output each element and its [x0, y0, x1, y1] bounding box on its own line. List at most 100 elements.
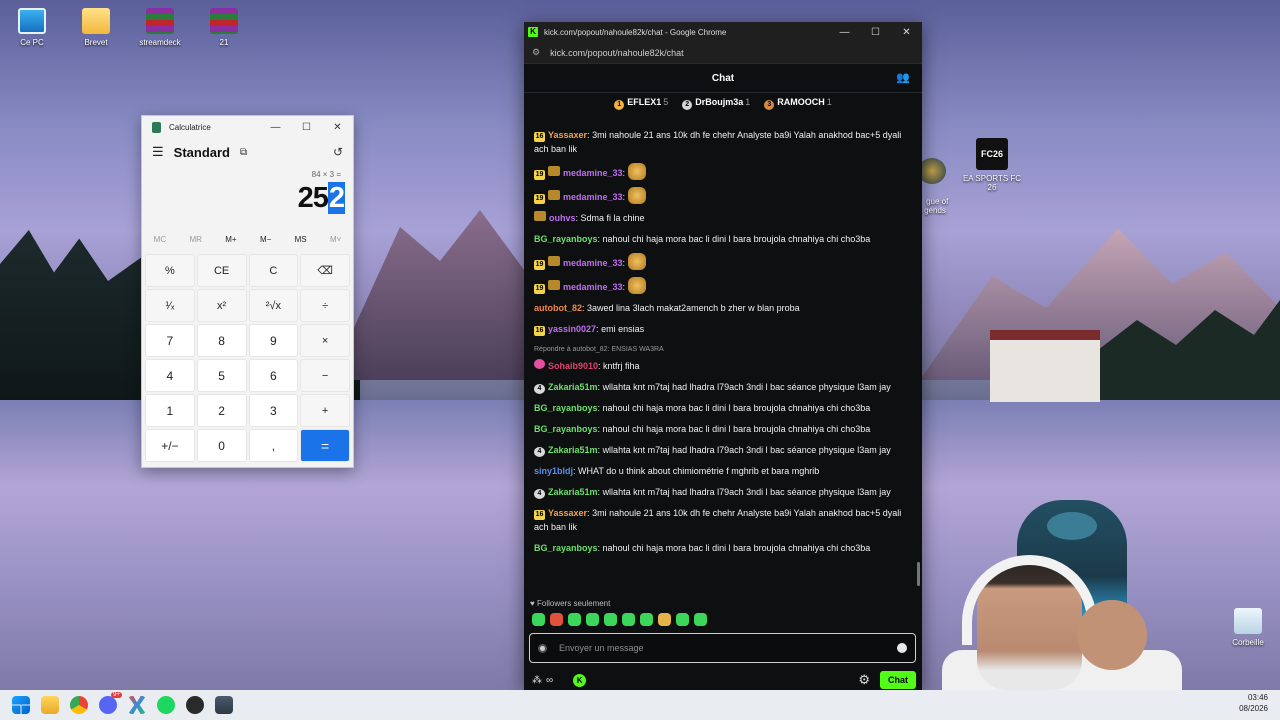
digit-0-key[interactable]: 0: [196, 429, 247, 462]
calculator-display[interactable]: 252: [142, 182, 353, 216]
emote-icon[interactable]: [586, 613, 599, 626]
digit-1-key[interactable]: 1: [145, 394, 195, 427]
reciprocal-key[interactable]: ¹⁄ₓ: [145, 289, 195, 322]
memory-clear-button[interactable]: MC: [154, 235, 166, 244]
chat-username[interactable]: BG_rayanboys: [534, 403, 598, 413]
minimize-icon[interactable]: —: [829, 27, 860, 38]
chat-username[interactable]: siny1bldj: [534, 466, 573, 476]
spotify-icon[interactable]: [157, 696, 175, 714]
clear-key[interactable]: C: [248, 254, 299, 287]
square-key[interactable]: x²: [196, 289, 247, 322]
digit-9-key[interactable]: 9: [248, 324, 299, 357]
emote-icon[interactable]: [550, 613, 563, 626]
chrome-titlebar[interactable]: K kick.com/popout/nahoule82k/chat - Goog…: [524, 22, 922, 42]
emote-icon[interactable]: [694, 613, 707, 626]
memory-store-button[interactable]: MS: [295, 235, 307, 244]
chat-username[interactable]: autobot_82: [534, 303, 582, 313]
negate-key[interactable]: +/−: [145, 429, 195, 462]
chat-username[interactable]: medamine_33: [563, 192, 623, 202]
maximize-icon[interactable]: ☐: [291, 122, 322, 133]
chat-username[interactable]: Zakaria51m: [548, 445, 598, 455]
address-bar[interactable]: ⚙ kick.com/popout/nahoule82k/chat: [524, 42, 922, 64]
file-explorer-icon[interactable]: [41, 696, 59, 714]
keep-on-top-icon[interactable]: ⧉: [240, 147, 247, 158]
infinity-icon[interactable]: ∞: [546, 675, 553, 686]
chat-username[interactable]: Zakaria51m: [548, 382, 598, 392]
square-root-key[interactable]: ²√x: [248, 289, 299, 322]
chat-username[interactable]: Zakaria51m: [548, 487, 598, 497]
digit-7-key[interactable]: 7: [145, 324, 195, 357]
chat-username[interactable]: medamine_33: [563, 168, 623, 178]
desktop-icon-streamdeck[interactable]: streamdeck: [130, 8, 190, 47]
calculator-titlebar[interactable]: Calculatrice — ☐ ✕: [142, 116, 353, 138]
leaderboard-entry[interactable]: 2 DrBoujm3a 1: [682, 97, 750, 110]
hamburger-menu-icon[interactable]: ☰: [152, 144, 164, 160]
chat-input[interactable]: Envoyer un message: [529, 633, 916, 663]
leaderboard-entry[interactable]: 1 EFLEX1 5: [614, 97, 668, 110]
equals-key[interactable]: =: [300, 429, 350, 462]
close-icon[interactable]: ✕: [322, 122, 353, 133]
chat-scrollbar[interactable]: [917, 562, 920, 586]
backspace-key[interactable]: ⌫: [300, 254, 350, 287]
chat-username[interactable]: medamine_33: [563, 258, 623, 268]
maximize-icon[interactable]: ☐: [860, 27, 891, 38]
digit-3-key[interactable]: 3: [248, 394, 299, 427]
gear-icon[interactable]: ⚙: [858, 672, 870, 688]
chat-username[interactable]: Sohaib9010: [548, 361, 598, 371]
emoji-picker-icon[interactable]: [897, 643, 907, 653]
emote-icon[interactable]: [640, 613, 653, 626]
clear-entry-key[interactable]: CE: [196, 254, 247, 287]
app-x-icon[interactable]: [128, 696, 146, 714]
desktop-icon-recycle-bin[interactable]: Corbeille: [1218, 608, 1278, 647]
emote-icon[interactable]: [676, 613, 689, 626]
emote-icon[interactable]: [604, 613, 617, 626]
desktop-icon-ea-fc[interactable]: FC26 EA SPORTS FC 26: [962, 138, 1022, 192]
kick-icon[interactable]: K: [573, 673, 587, 687]
reply-context[interactable]: Répondre à autobot_82: ENSIAS WA3RA: [534, 343, 914, 357]
digit-6-key[interactable]: 6: [248, 359, 299, 392]
divide-key[interactable]: ÷: [300, 289, 350, 322]
digit-2-key[interactable]: 2: [196, 394, 247, 427]
digit-4-key[interactable]: 4: [145, 359, 195, 392]
emote-icon[interactable]: [568, 613, 581, 626]
chat-messages[interactable]: 16 Yassaxer: 3mi nahoule 21 ans 10k dh fe…: [534, 128, 914, 562]
add-key[interactable]: +: [300, 394, 350, 427]
multiply-key[interactable]: ×: [300, 324, 350, 357]
chat-username[interactable]: medamine_33: [563, 282, 623, 292]
emote-icon[interactable]: [532, 613, 545, 626]
decimal-key[interactable]: ,: [248, 429, 299, 462]
system-clock[interactable]: 03:46 08/2026: [1239, 692, 1268, 714]
send-chat-button[interactable]: Chat: [880, 671, 916, 689]
digit-5-key[interactable]: 5: [196, 359, 247, 392]
chat-username[interactable]: yassin0027: [548, 324, 596, 334]
emote-icon[interactable]: [622, 613, 635, 626]
chat-username[interactable]: Yassaxer: [548, 130, 587, 140]
memory-add-button[interactable]: M+: [225, 235, 236, 244]
desktop-icon-brevet[interactable]: Brevet: [66, 8, 126, 47]
emote-icon[interactable]: [658, 613, 671, 626]
chat-username[interactable]: Yassaxer: [548, 508, 587, 518]
calculator-taskbar-icon[interactable]: [215, 696, 233, 714]
discord-icon[interactable]: 9+: [99, 692, 122, 714]
minimize-icon[interactable]: —: [260, 122, 291, 133]
start-windows-icon[interactable]: [12, 696, 30, 714]
chat-username[interactable]: BG_rayanboys: [534, 424, 598, 434]
points-icon[interactable]: ⁂: [532, 675, 542, 686]
memory-subtract-button[interactable]: M−: [260, 235, 271, 244]
chat-username[interactable]: BG_rayanboys: [534, 543, 598, 553]
memory-recall-button[interactable]: MR: [189, 235, 201, 244]
leaderboard-entry[interactable]: 3 RAMOOCH 1: [764, 97, 832, 110]
percent-key[interactable]: %: [145, 254, 195, 287]
desktop-icon-21[interactable]: 21: [194, 8, 254, 47]
close-icon[interactable]: ✕: [891, 27, 922, 38]
desktop-icon-this-pc[interactable]: Ce PC: [2, 8, 62, 47]
subtract-key[interactable]: −: [300, 359, 350, 392]
users-icon[interactable]: 👥: [896, 71, 910, 84]
history-icon[interactable]: ↺: [333, 145, 343, 159]
chat-username[interactable]: BG_rayanboys: [534, 234, 598, 244]
memory-list-button[interactable]: M˅: [330, 235, 341, 244]
obs-icon[interactable]: [186, 696, 204, 714]
chat-username[interactable]: ouhvs: [549, 213, 576, 223]
digit-8-key[interactable]: 8: [196, 324, 247, 357]
site-settings-icon[interactable]: ⚙: [532, 47, 540, 58]
